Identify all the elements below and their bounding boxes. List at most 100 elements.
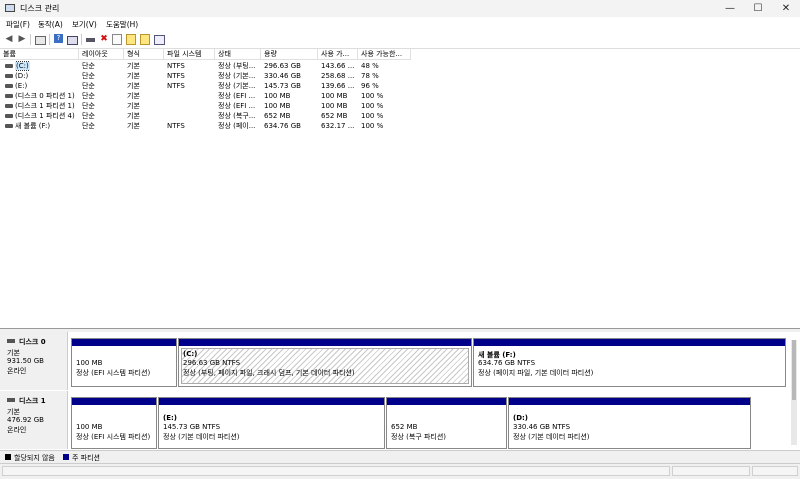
menu-action[interactable]: 동작(A): [38, 19, 63, 30]
type-cell: 기본: [127, 122, 140, 130]
drive-icon: [5, 124, 13, 128]
status-cell: 정상 (EFI ...: [218, 92, 256, 100]
status-segment: [672, 466, 750, 476]
help-icon[interactable]: ?: [54, 34, 64, 44]
column-filesystem[interactable]: 파일 시스템: [164, 49, 215, 60]
partition-status: 정상 (기본 데이터 파티션): [163, 433, 240, 441]
partition-d[interactable]: (D:) 330.46 GB NTFS 정상 (기본 데이터 파티션): [508, 397, 751, 449]
status-cell: 정상 (페이...: [218, 122, 256, 130]
table-row[interactable]: 새 볼륨 (F:) 단순 기본 NTFS 정상 (페이... 634.76 GB…: [0, 121, 800, 131]
column-status[interactable]: 상태: [215, 49, 261, 60]
console-icon[interactable]: [67, 34, 78, 45]
column-type[interactable]: 형식: [124, 49, 164, 60]
forward-icon[interactable]: ▶: [17, 34, 27, 44]
table-row[interactable]: (디스크 1 파티션 1) 단순 기본 정상 (EFI ... 100 MB 1…: [0, 101, 800, 111]
settings-icon[interactable]: [154, 34, 165, 45]
table-row[interactable]: (E:) 단순 기본 NTFS 정상 (기본... 145.73 GB 139.…: [0, 81, 800, 91]
partition-title: (C:): [183, 350, 198, 358]
layout-cell: 단순: [82, 92, 95, 100]
table-row[interactable]: (디스크 1 파티션 4) 단순 기본 정상 (복구... 652 MB 652…: [0, 111, 800, 121]
layout-cell: 단순: [82, 62, 95, 70]
drive-icon: [5, 104, 13, 108]
percent-cell: 100 %: [361, 102, 384, 110]
status-cell: 정상 (복구...: [218, 112, 256, 120]
partition-recovery[interactable]: 652 MB 정상 (복구 파티션): [386, 397, 507, 449]
legend-unallocated: 할당되지 않음: [14, 454, 55, 462]
delete-icon[interactable]: ✖: [99, 34, 109, 44]
table-row[interactable]: (D:) 단순 기본 NTFS 정상 (기본... 330.46 GB 258.…: [0, 71, 800, 81]
volume-list: 볼륨 레이아웃 형식 파일 시스템 상태 용량 사용 가... 사용 가능한..…: [0, 49, 800, 329]
capacity-cell: 296.63 GB: [264, 62, 301, 70]
disk-0-label[interactable]: 디스크 0 기본 931.50 GB 온라인: [0, 332, 68, 390]
fs-cell: NTFS: [167, 62, 185, 70]
volume-name: (디스크 0 파티션 1): [15, 92, 75, 100]
toolbar: ◀ ▶ ? ✖: [0, 31, 800, 49]
volume-name: (디스크 1 파티션 4): [15, 112, 75, 120]
free-cell: 143.66 ...: [321, 62, 355, 70]
fs-cell: NTFS: [167, 72, 185, 80]
disk-icon: [7, 339, 15, 343]
column-layout[interactable]: 레이아웃: [79, 49, 124, 60]
new-volume-icon[interactable]: [126, 34, 136, 45]
table-row[interactable]: (디스크 0 파티션 1) 단순 기본 정상 (EFI ... 100 MB 1…: [0, 91, 800, 101]
disk-1-label[interactable]: 디스크 1 기본 476.92 GB 온라인: [0, 391, 68, 449]
drive-icon: [5, 94, 13, 98]
layout-cell: 단순: [82, 122, 95, 130]
back-icon[interactable]: ◀: [4, 34, 14, 44]
type-cell: 기본: [127, 72, 140, 80]
status-bar: [0, 463, 800, 479]
status-segment: [752, 466, 798, 476]
fs-cell: NTFS: [167, 122, 185, 130]
table-row[interactable]: (C:) 단순 기본 NTFS 정상 (부팅... 296.63 GB 143.…: [0, 61, 800, 71]
percent-cell: 96 %: [361, 82, 379, 90]
search-icon[interactable]: [140, 34, 150, 45]
type-cell: 기본: [127, 112, 140, 120]
partition-size: 100 MB: [76, 423, 103, 431]
capacity-cell: 100 MB: [264, 92, 291, 100]
partition-f[interactable]: 새 볼륨 (F:) 634.76 GB NTFS 정상 (페이지 파일, 기본 …: [473, 338, 786, 387]
drive-icon: [5, 74, 13, 78]
layout-cell: 단순: [82, 112, 95, 120]
capacity-cell: 652 MB: [264, 112, 291, 120]
percent-cell: 100 %: [361, 92, 384, 100]
partition-efi[interactable]: 100 MB 정상 (EFI 시스템 파티션): [71, 397, 157, 449]
disk-size: 931.50 GB: [7, 357, 44, 365]
partition-efi[interactable]: 100 MB 정상 (EFI 시스템 파티션): [71, 338, 177, 387]
capacity-cell: 330.46 GB: [264, 72, 301, 80]
type-cell: 기본: [127, 92, 140, 100]
layout-cell: 단순: [82, 72, 95, 80]
percent-cell: 100 %: [361, 112, 384, 120]
disk-name: 디스크 1: [19, 397, 46, 405]
partition-e[interactable]: (E:) 145.73 GB NTFS 정상 (기본 데이터 파티션): [158, 397, 385, 449]
partition-size: 634.76 GB NTFS: [478, 359, 536, 367]
free-cell: 139.66 ...: [321, 82, 355, 90]
type-cell: 기본: [127, 102, 140, 110]
partition-size: 330.46 GB NTFS: [513, 423, 571, 431]
menu-view[interactable]: 보기(V): [72, 19, 97, 30]
drive-icon: [5, 84, 13, 88]
layout-cell: 단순: [82, 102, 95, 110]
column-free-space[interactable]: 사용 가...: [318, 49, 358, 60]
connect-icon[interactable]: [86, 34, 96, 44]
disk-state: 온라인: [7, 426, 27, 434]
disk-management-icon: [5, 4, 15, 12]
drive-icon: [5, 114, 13, 118]
unallocated-swatch: [5, 454, 11, 460]
partition-c[interactable]: (C:) 296.63 GB NTFS 정상 (부팅, 페이지 파일, 크래시 …: [178, 338, 472, 387]
minimize-button[interactable]: —: [716, 0, 744, 17]
partition-title: (D:): [513, 414, 529, 422]
column-percent-free[interactable]: 사용 가능한...: [358, 49, 411, 60]
column-volume[interactable]: 볼륨: [0, 49, 79, 60]
status-cell: 정상 (기본...: [218, 82, 256, 90]
fs-cell: NTFS: [167, 82, 185, 90]
column-capacity[interactable]: 용량: [261, 49, 318, 60]
volume-name: (D:): [15, 72, 29, 80]
checklist-icon[interactable]: [112, 34, 122, 45]
up-icon[interactable]: [35, 34, 46, 45]
disk-view-scrollbar[interactable]: [791, 340, 797, 445]
free-cell: 258.68 ...: [321, 72, 355, 80]
menu-file[interactable]: 파일(F): [6, 19, 30, 30]
menu-help[interactable]: 도움말(H): [106, 19, 138, 30]
maximize-button[interactable]: ☐: [744, 0, 772, 17]
close-button[interactable]: ✕: [772, 0, 800, 17]
